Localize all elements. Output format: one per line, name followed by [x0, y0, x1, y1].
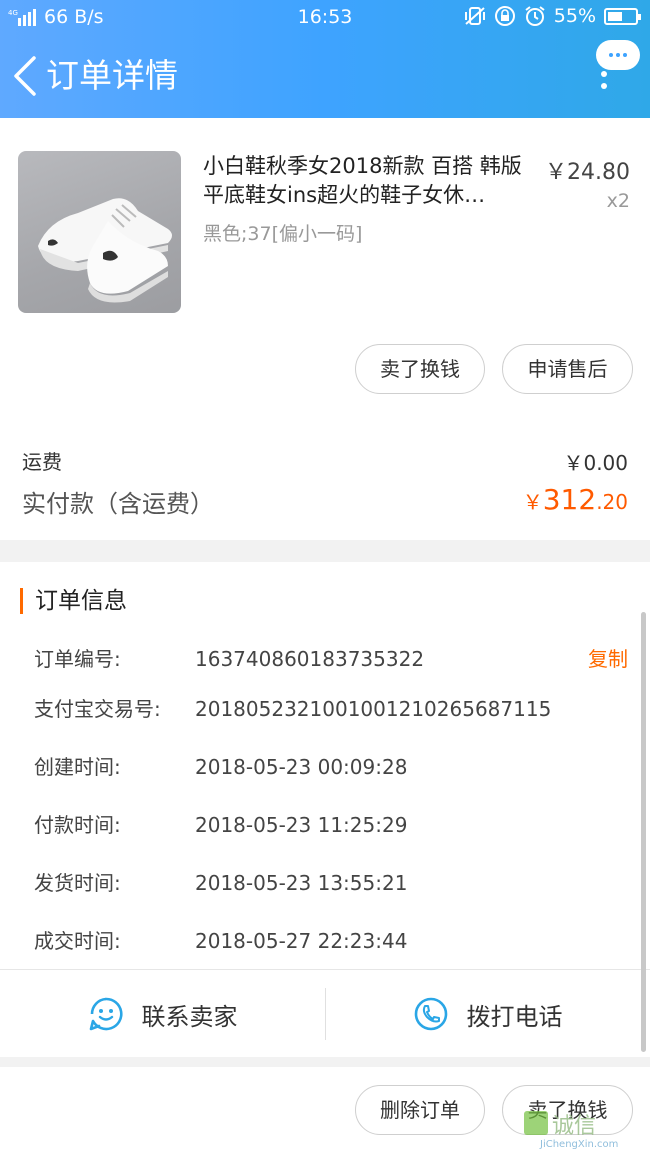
shipping-label: 运费 [22, 450, 62, 474]
order-info-title: 订单信息 [20, 588, 127, 614]
info-row-alipay-number: 支付宝交易号: 2018052321001001210265687115 [34, 697, 552, 721]
product-quantity: x2 [606, 190, 630, 212]
chevron-left-icon [14, 56, 36, 96]
copy-button[interactable]: 复制 [588, 644, 628, 674]
more-button[interactable] [594, 40, 642, 98]
sneaker-image [38, 198, 172, 303]
info-row-order-number: 订单编号: 163740860183735322 [34, 647, 425, 671]
status-bar: 4G 66 B/s 16:53 55% [0, 0, 650, 34]
page-title: 订单详情 [46, 56, 178, 95]
sell-for-cash-button[interactable]: 卖了换钱 [355, 344, 485, 394]
phone-icon [414, 997, 447, 1031]
info-row-shipped-time: 发货时间: 2018-05-23 13:55:21 [34, 871, 408, 895]
shipping-value: ￥0.00 [563, 451, 628, 475]
info-row-paid-time: 付款时间: 2018-05-23 11:25:29 [34, 813, 408, 837]
contact-seller-button[interactable]: 联系卖家 [0, 970, 325, 1058]
watermark-logo: 诚信 JiChengXin.com [522, 1109, 642, 1150]
battery-icon [604, 7, 641, 25]
after-sale-button[interactable]: 申请售后 [502, 344, 633, 394]
rotation-lock-icon [494, 6, 515, 26]
delete-order-button[interactable]: 删除订单 [355, 1085, 485, 1135]
call-phone-button[interactable]: 拨打电话 [325, 970, 650, 1058]
total-amount: ￥312.20 [522, 483, 628, 516]
section-divider [0, 540, 650, 562]
top-bar: 4G 66 B/s 16:53 55% 订单详情 [0, 0, 650, 118]
more-vertical-icon [601, 71, 607, 89]
product-title[interactable]: 小白鞋秋季女2018新款 百搭 韩版平底鞋女ins超火的鞋子女休… [203, 152, 533, 210]
scrollbar[interactable] [641, 612, 646, 1052]
navbar: 订单详情 [0, 40, 650, 112]
info-row-completed-time: 成交时间: 2018-05-27 22:23:44 [34, 929, 408, 953]
section-divider-bottom [0, 1057, 650, 1067]
chat-smile-icon [89, 997, 122, 1031]
back-button[interactable] [10, 54, 40, 98]
product-card[interactable]: 小白鞋秋季女2018新款 百搭 韩版平底鞋女ins超火的鞋子女休… 黑色;37[… [0, 118, 650, 418]
vibrate-icon [464, 7, 485, 25]
svg-text:诚信: 诚信 [552, 1114, 596, 1139]
product-price: ￥24.80 [545, 160, 630, 185]
product-image[interactable] [18, 151, 181, 313]
total-label: 实付款（含运费） [22, 490, 214, 518]
contact-bar: 联系卖家 拨打电话 [0, 969, 650, 1057]
svg-text:JiChengXin.com: JiChengXin.com [539, 1139, 618, 1149]
product-spec: 黑色;37[偏小一码] [203, 223, 363, 245]
battery-percent: 55% [553, 5, 596, 27]
alarm-icon [525, 6, 545, 26]
more-dots-icon [596, 40, 640, 70]
info-row-created-time: 创建时间: 2018-05-23 00:09:28 [34, 755, 408, 779]
